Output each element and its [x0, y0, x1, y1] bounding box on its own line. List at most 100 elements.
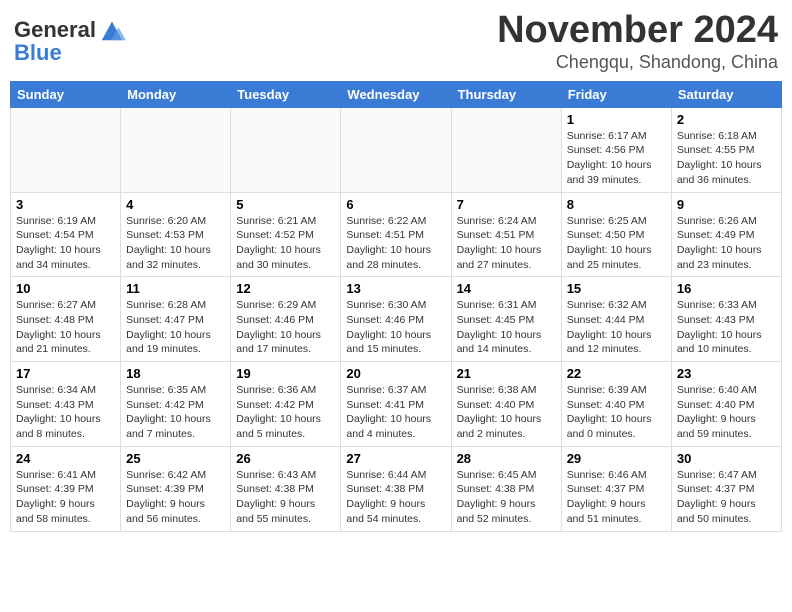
day-info: Sunrise: 6:25 AM Sunset: 4:50 PM Dayligh…	[567, 214, 666, 273]
day-info: Sunrise: 6:30 AM Sunset: 4:46 PM Dayligh…	[346, 298, 445, 357]
day-number: 14	[457, 281, 556, 296]
weekday-header-saturday: Saturday	[671, 81, 781, 107]
calendar-week-3: 10 Sunrise: 6:27 AM Sunset: 4:48 PM Dayli…	[11, 277, 782, 362]
day-number: 11	[126, 281, 225, 296]
day-number: 10	[16, 281, 115, 296]
day-number: 17	[16, 366, 115, 381]
day-info: Sunrise: 6:28 AM Sunset: 4:47 PM Dayligh…	[126, 298, 225, 357]
day-number: 29	[567, 451, 666, 466]
day-info: Sunrise: 6:22 AM Sunset: 4:51 PM Dayligh…	[346, 214, 445, 273]
day-number: 24	[16, 451, 115, 466]
day-info: Sunrise: 6:33 AM Sunset: 4:43 PM Dayligh…	[677, 298, 776, 357]
day-number: 25	[126, 451, 225, 466]
calendar-cell: 21Sunrise: 6:38 AM Sunset: 4:40 PM Dayli…	[451, 362, 561, 447]
calendar-cell: 8 Sunrise: 6:25 AM Sunset: 4:50 PM Daylig…	[561, 192, 671, 277]
day-number: 20	[346, 366, 445, 381]
calendar-cell: 9 Sunrise: 6:26 AM Sunset: 4:49 PM Daylig…	[671, 192, 781, 277]
day-info: Sunrise: 6:45 AM Sunset: 4:38 PM Dayligh…	[457, 468, 556, 527]
day-number: 19	[236, 366, 335, 381]
calendar-cell: 6 Sunrise: 6:22 AM Sunset: 4:51 PM Daylig…	[341, 192, 451, 277]
day-number: 18	[126, 366, 225, 381]
day-number: 5	[236, 197, 335, 212]
weekday-header-friday: Friday	[561, 81, 671, 107]
title-block: November 2024 Chengqu, Shandong, China	[497, 10, 778, 73]
day-info: Sunrise: 6:34 AM Sunset: 4:43 PM Dayligh…	[16, 383, 115, 442]
day-info: Sunrise: 6:26 AM Sunset: 4:49 PM Dayligh…	[677, 214, 776, 273]
calendar-cell: 24 Sunrise: 6:41 AM Sunset: 4:39 PM Dayli…	[11, 446, 121, 531]
calendar-cell	[341, 107, 451, 192]
day-number: 15	[567, 281, 666, 296]
weekday-header-wednesday: Wednesday	[341, 81, 451, 107]
day-number: 12	[236, 281, 335, 296]
day-number: 23	[677, 366, 776, 381]
day-info: Sunrise: 6:17 AM Sunset: 4:56 PM Dayligh…	[567, 129, 666, 188]
weekday-header-sunday: Sunday	[11, 81, 121, 107]
logo-icon	[98, 16, 126, 44]
day-number: 30	[677, 451, 776, 466]
day-info: Sunrise: 6:20 AM Sunset: 4:53 PM Dayligh…	[126, 214, 225, 273]
day-number: 7	[457, 197, 556, 212]
day-number: 8	[567, 197, 666, 212]
calendar-cell	[451, 107, 561, 192]
calendar-cell: 20Sunrise: 6:37 AM Sunset: 4:41 PM Dayli…	[341, 362, 451, 447]
day-number: 22	[567, 366, 666, 381]
calendar-cell: 11 Sunrise: 6:28 AM Sunset: 4:47 PM Dayli…	[121, 277, 231, 362]
weekday-header-monday: Monday	[121, 81, 231, 107]
calendar-week-1: 1Sunrise: 6:17 AM Sunset: 4:56 PM Daylig…	[11, 107, 782, 192]
weekday-header-row: SundayMondayTuesdayWednesdayThursdayFrid…	[11, 81, 782, 107]
calendar-cell: 28 Sunrise: 6:45 AM Sunset: 4:38 PM Dayli…	[451, 446, 561, 531]
calendar-cell: 23Sunrise: 6:40 AM Sunset: 4:40 PM Dayli…	[671, 362, 781, 447]
calendar-cell	[121, 107, 231, 192]
calendar-cell: 12 Sunrise: 6:29 AM Sunset: 4:46 PM Dayli…	[231, 277, 341, 362]
day-info: Sunrise: 6:36 AM Sunset: 4:42 PM Dayligh…	[236, 383, 335, 442]
logo: General Blue	[14, 16, 126, 66]
calendar-cell: 4 Sunrise: 6:20 AM Sunset: 4:53 PM Daylig…	[121, 192, 231, 277]
calendar-cell: 22 Sunrise: 6:39 AM Sunset: 4:40 PM Dayli…	[561, 362, 671, 447]
page-header: General Blue November 2024 Chengqu, Shan…	[10, 10, 782, 73]
day-number: 28	[457, 451, 556, 466]
calendar-cell	[231, 107, 341, 192]
calendar-cell: 27 Sunrise: 6:44 AM Sunset: 4:38 PM Dayli…	[341, 446, 451, 531]
calendar-week-5: 24 Sunrise: 6:41 AM Sunset: 4:39 PM Dayli…	[11, 446, 782, 531]
day-number: 27	[346, 451, 445, 466]
calendar-cell: 17 Sunrise: 6:34 AM Sunset: 4:43 PM Dayli…	[11, 362, 121, 447]
calendar-cell: 1Sunrise: 6:17 AM Sunset: 4:56 PM Daylig…	[561, 107, 671, 192]
day-info: Sunrise: 6:39 AM Sunset: 4:40 PM Dayligh…	[567, 383, 666, 442]
day-info: Sunrise: 6:32 AM Sunset: 4:44 PM Dayligh…	[567, 298, 666, 357]
calendar-cell: 2 Sunrise: 6:18 AM Sunset: 4:55 PM Daylig…	[671, 107, 781, 192]
calendar-cell: 15 Sunrise: 6:32 AM Sunset: 4:44 PM Dayli…	[561, 277, 671, 362]
day-info: Sunrise: 6:47 AM Sunset: 4:37 PM Dayligh…	[677, 468, 776, 527]
calendar-cell: 14Sunrise: 6:31 AM Sunset: 4:45 PM Dayli…	[451, 277, 561, 362]
calendar-cell: 19 Sunrise: 6:36 AM Sunset: 4:42 PM Dayli…	[231, 362, 341, 447]
day-info: Sunrise: 6:24 AM Sunset: 4:51 PM Dayligh…	[457, 214, 556, 273]
day-info: Sunrise: 6:44 AM Sunset: 4:38 PM Dayligh…	[346, 468, 445, 527]
calendar-cell: 10 Sunrise: 6:27 AM Sunset: 4:48 PM Dayli…	[11, 277, 121, 362]
logo-text: General	[14, 18, 96, 42]
day-info: Sunrise: 6:41 AM Sunset: 4:39 PM Dayligh…	[16, 468, 115, 527]
calendar-table: SundayMondayTuesdayWednesdayThursdayFrid…	[10, 81, 782, 532]
day-number: 6	[346, 197, 445, 212]
calendar-cell	[11, 107, 121, 192]
day-info: Sunrise: 6:18 AM Sunset: 4:55 PM Dayligh…	[677, 129, 776, 188]
day-info: Sunrise: 6:27 AM Sunset: 4:48 PM Dayligh…	[16, 298, 115, 357]
calendar-week-4: 17 Sunrise: 6:34 AM Sunset: 4:43 PM Dayli…	[11, 362, 782, 447]
calendar-cell: 3Sunrise: 6:19 AM Sunset: 4:54 PM Daylig…	[11, 192, 121, 277]
weekday-header-thursday: Thursday	[451, 81, 561, 107]
day-number: 26	[236, 451, 335, 466]
calendar-cell: 25 Sunrise: 6:42 AM Sunset: 4:39 PM Dayli…	[121, 446, 231, 531]
calendar-cell: 30 Sunrise: 6:47 AM Sunset: 4:37 PM Dayli…	[671, 446, 781, 531]
day-info: Sunrise: 6:19 AM Sunset: 4:54 PM Dayligh…	[16, 214, 115, 273]
day-info: Sunrise: 6:29 AM Sunset: 4:46 PM Dayligh…	[236, 298, 335, 357]
day-number: 4	[126, 197, 225, 212]
day-info: Sunrise: 6:46 AM Sunset: 4:37 PM Dayligh…	[567, 468, 666, 527]
day-info: Sunrise: 6:43 AM Sunset: 4:38 PM Dayligh…	[236, 468, 335, 527]
day-info: Sunrise: 6:42 AM Sunset: 4:39 PM Dayligh…	[126, 468, 225, 527]
calendar-week-2: 3Sunrise: 6:19 AM Sunset: 4:54 PM Daylig…	[11, 192, 782, 277]
day-info: Sunrise: 6:35 AM Sunset: 4:42 PM Dayligh…	[126, 383, 225, 442]
day-info: Sunrise: 6:21 AM Sunset: 4:52 PM Dayligh…	[236, 214, 335, 273]
day-number: 13	[346, 281, 445, 296]
calendar-cell: 18 Sunrise: 6:35 AM Sunset: 4:42 PM Dayli…	[121, 362, 231, 447]
day-number: 9	[677, 197, 776, 212]
day-number: 21	[457, 366, 556, 381]
day-number: 2	[677, 112, 776, 127]
